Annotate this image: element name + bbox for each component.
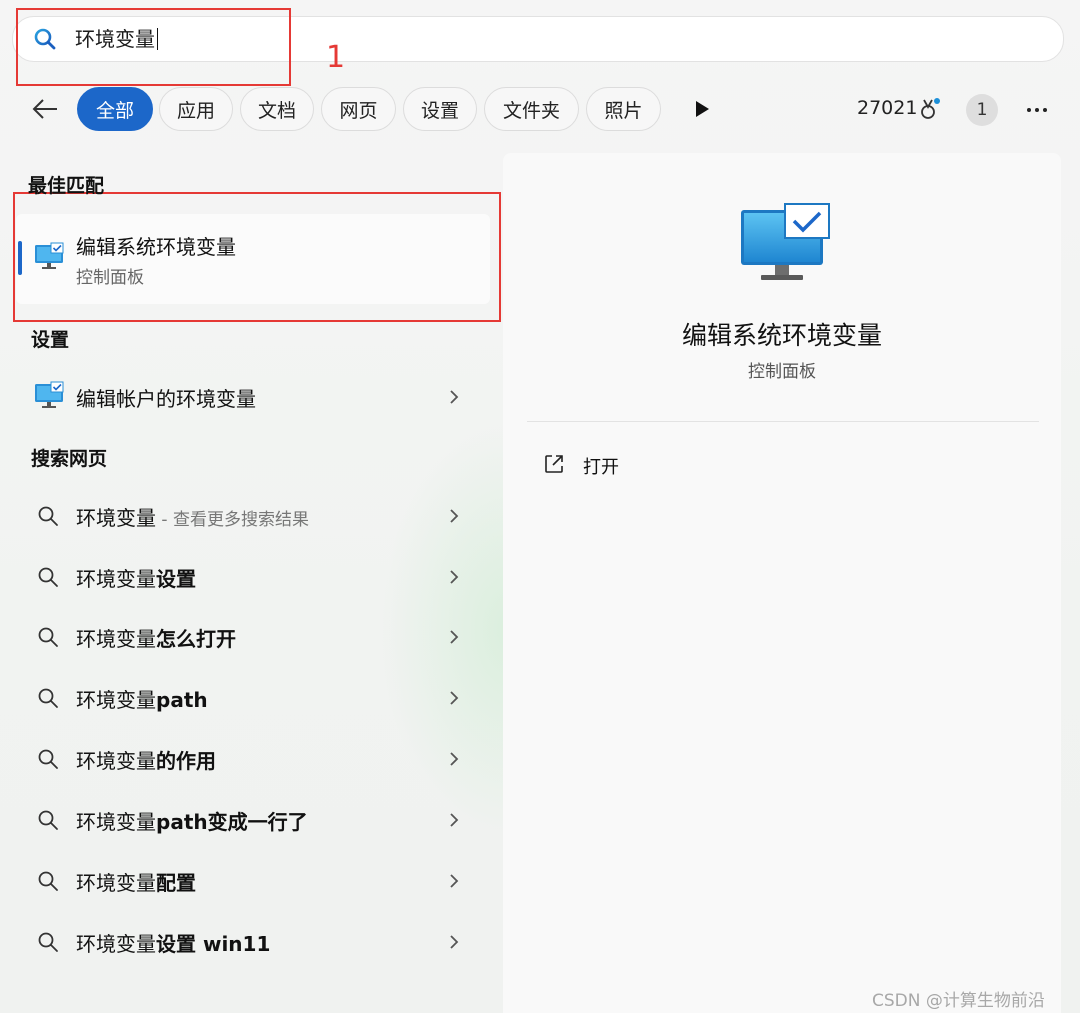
filter-chip-web[interactable]: 网页	[321, 87, 396, 131]
web-result-completion: 设置 win11	[156, 932, 271, 956]
filter-chip-label: 网页	[339, 99, 378, 122]
web-result-row[interactable]: 环境变量path变成一行了	[0, 791, 480, 847]
web-result-row[interactable]: 环境变量的作用	[0, 730, 480, 786]
filter-chip-all[interactable]: 全部	[77, 87, 153, 131]
web-result-completion: path变成一行了	[156, 810, 308, 834]
filter-chip-folders[interactable]: 文件夹	[484, 87, 579, 131]
best-match-heading: 最佳匹配	[28, 175, 105, 197]
filter-chip-label: 应用	[176, 99, 215, 122]
list-item[interactable]: 编辑帐户的环境变量	[0, 368, 480, 424]
chevron-right-icon	[450, 935, 459, 949]
web-result-prefix: 环境变量	[76, 932, 156, 956]
web-result-row[interactable]: 环境变量 - 查看更多搜索结果	[0, 487, 480, 543]
chevron-right-icon	[450, 630, 459, 644]
filter-chip-settings[interactable]: 设置	[403, 87, 477, 131]
annotation-box-1	[16, 8, 291, 86]
search-icon	[38, 627, 58, 647]
chevron-right-icon	[450, 813, 459, 827]
best-match-subtitle: 控制面板	[76, 268, 144, 288]
avatar[interactable]: 1	[966, 94, 998, 126]
web-result-completion: path	[156, 688, 208, 712]
more-options-icon[interactable]	[1024, 100, 1050, 120]
web-result-prefix: 环境变量	[76, 567, 156, 591]
search-icon	[38, 749, 58, 769]
web-result-row[interactable]: 环境变量怎么打开	[0, 608, 480, 664]
web-result-prefix: 环境变量	[76, 871, 156, 895]
search-icon	[38, 871, 58, 891]
chevron-right-icon	[450, 390, 459, 404]
filter-chip-apps[interactable]: 应用	[159, 87, 233, 131]
web-result-row[interactable]: 环境变量设置	[0, 548, 480, 604]
chevron-right-icon	[450, 691, 459, 705]
list-item-label: 编辑帐户的环境变量	[76, 387, 256, 411]
web-result-completion: 配置	[156, 871, 196, 895]
medal-icon[interactable]	[916, 96, 942, 122]
back-arrow-icon[interactable]	[30, 94, 60, 124]
filter-chip-label: 全部	[95, 99, 134, 122]
web-result-row[interactable]: 环境变量配置	[0, 852, 480, 908]
web-result-label: 环境变量设置 win11	[76, 928, 270, 957]
play-icon[interactable]	[694, 100, 710, 118]
search-icon	[38, 810, 58, 830]
filter-chip-label: 设置	[420, 99, 459, 122]
filter-chip-photos[interactable]: 照片	[586, 87, 661, 131]
web-result-prefix: 环境变量	[76, 749, 156, 773]
monitor-icon	[35, 242, 64, 269]
chevron-right-icon	[450, 874, 459, 888]
chevron-right-icon	[450, 752, 459, 766]
filter-chip-label: 文档	[257, 99, 296, 122]
watermark: CSDN @计算生物前沿	[872, 991, 1045, 1011]
monitor-icon	[35, 381, 64, 408]
annotation-number-1: 1	[326, 40, 346, 75]
web-result-prefix: 环境变量	[76, 810, 156, 834]
web-result-label: 环境变量path变成一行了	[76, 806, 308, 835]
web-result-label: 环境变量 - 查看更多搜索结果	[76, 502, 309, 531]
open-action[interactable]: 打开	[583, 453, 619, 479]
web-result-row[interactable]: 环境变量path	[0, 669, 480, 725]
web-result-prefix: 环境变量	[76, 627, 156, 651]
web-result-label: 环境变量配置	[76, 867, 196, 896]
rewards-points: 27021	[857, 97, 918, 119]
web-result-completion: 怎么打开	[156, 627, 236, 651]
web-result-row[interactable]: 环境变量设置 win11	[0, 913, 480, 969]
divider	[527, 421, 1039, 422]
web-result-prefix: 环境变量	[76, 688, 156, 712]
filter-chip-label: 文件夹	[502, 99, 560, 122]
detail-subtitle: 控制面板	[748, 362, 816, 382]
selection-indicator	[18, 241, 22, 275]
settings-heading: 设置	[31, 329, 70, 351]
chevron-right-icon	[450, 509, 459, 523]
search-icon	[38, 506, 58, 526]
search-icon	[38, 567, 58, 587]
search-icon	[38, 932, 58, 952]
web-result-query: 环境变量	[76, 506, 156, 530]
web-result-completion: 设置	[156, 567, 196, 591]
web-result-label: 环境变量path	[76, 684, 208, 713]
chevron-right-icon	[450, 570, 459, 584]
monitor-icon	[741, 203, 830, 280]
web-result-label: 环境变量的作用	[76, 745, 216, 774]
avatar-label: 1	[976, 100, 988, 120]
web-search-heading: 搜索网页	[31, 448, 108, 470]
web-result-completion: 的作用	[156, 749, 216, 773]
detail-title: 编辑系统环境变量	[681, 321, 882, 350]
web-result-label: 环境变量怎么打开	[76, 623, 236, 652]
open-external-icon[interactable]	[543, 453, 565, 475]
search-icon	[38, 688, 58, 708]
filter-chip-documents[interactable]: 文档	[240, 87, 314, 131]
web-result-label: 环境变量设置	[76, 563, 196, 592]
web-result-hint: - 查看更多搜索结果	[156, 510, 309, 530]
filter-chip-label: 照片	[604, 99, 643, 122]
best-match-title: 编辑系统环境变量	[76, 235, 236, 259]
